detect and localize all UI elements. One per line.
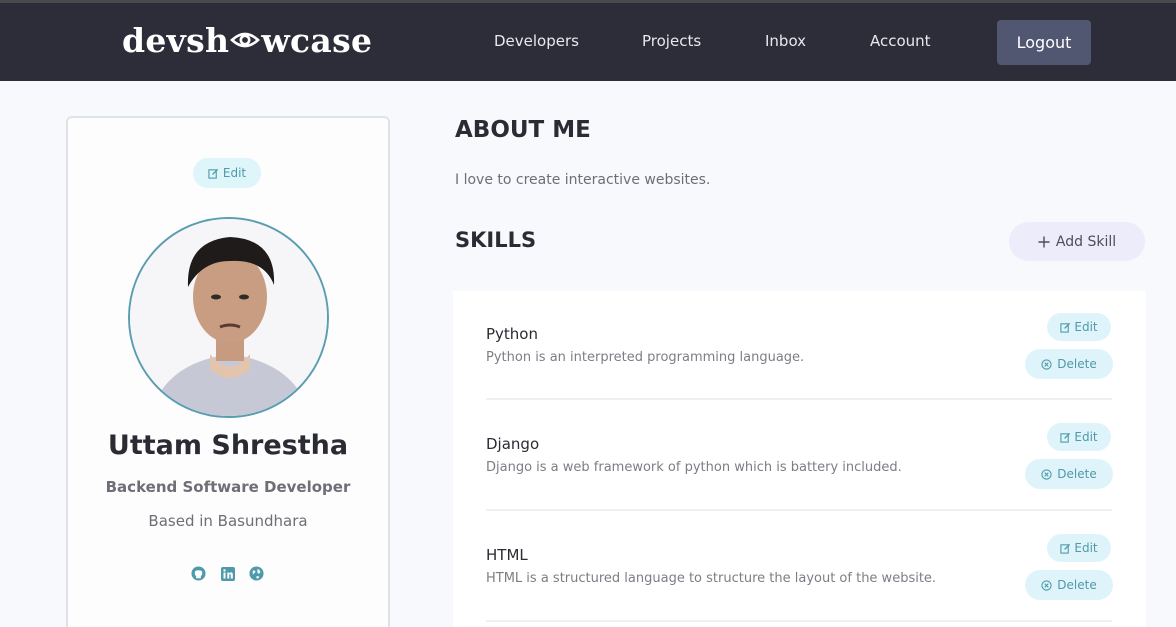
logo[interactable]: devsh wcase: [122, 20, 372, 60]
close-circle-icon: [1041, 358, 1052, 370]
nav-link-inbox[interactable]: Inbox: [765, 32, 806, 50]
edit-icon: [1060, 432, 1071, 443]
skill-title: Django: [486, 435, 540, 453]
skill-edit-label: Edit: [1074, 430, 1098, 444]
profile-edit-button[interactable]: Edit: [193, 158, 261, 188]
skill-edit-button[interactable]: Edit: [1047, 313, 1111, 341]
social-links: [191, 566, 264, 581]
plus-icon: [1038, 236, 1050, 247]
logo-text-prefix: devsh: [122, 20, 230, 60]
skills-panel: Python Python is an interpreted programm…: [453, 291, 1146, 627]
profile-name: Uttam Shrestha: [107, 430, 349, 461]
close-circle-icon: [1041, 579, 1052, 591]
logo-text-suffix: wcase: [261, 20, 373, 60]
skill-edit-button[interactable]: Edit: [1047, 423, 1111, 451]
divider: [486, 509, 1112, 511]
profile-location: Based in Basundhara: [148, 512, 308, 530]
linkedin-icon[interactable]: [220, 566, 235, 581]
skill-delete-button[interactable]: Delete: [1025, 570, 1113, 600]
profile-role: Backend Software Developer: [105, 478, 351, 496]
divider: [486, 398, 1112, 400]
skill-delete-button[interactable]: Delete: [1025, 349, 1113, 379]
profile-edit-label: Edit: [222, 166, 247, 180]
skill-delete-button[interactable]: Delete: [1025, 459, 1113, 489]
edit-icon: [208, 168, 218, 179]
add-skill-label: Add Skill: [1055, 233, 1117, 250]
profile-card: Edit Uttam Shrestha Backend Software Dev…: [66, 116, 390, 627]
skill-description: Django is a web framework of python whic…: [486, 460, 902, 475]
skill-description: HTML is a structured language to structu…: [486, 571, 937, 586]
nav-link-account[interactable]: Account: [870, 32, 931, 50]
skill-delete-label: Delete: [1057, 357, 1097, 371]
nav-link-developers[interactable]: Developers: [494, 32, 579, 50]
nav-link-projects[interactable]: Projects: [642, 32, 701, 50]
globe-icon[interactable]: [249, 566, 264, 581]
logout-button[interactable]: Logout: [997, 20, 1091, 65]
skill-edit-label: Edit: [1074, 541, 1098, 555]
skill-edit-label: Edit: [1074, 320, 1098, 334]
edit-icon: [1060, 543, 1071, 554]
close-circle-icon: [1041, 468, 1052, 480]
about-heading: ABOUT ME: [455, 117, 591, 143]
divider: [486, 620, 1112, 622]
edit-icon: [1060, 322, 1071, 333]
skill-delete-label: Delete: [1057, 578, 1097, 592]
add-skill-button[interactable]: Add Skill: [1009, 222, 1145, 261]
github-icon[interactable]: [191, 566, 206, 581]
skill-edit-button[interactable]: Edit: [1047, 534, 1111, 562]
eye-icon: [230, 32, 261, 48]
navbar: devsh wcase Developers Projects Inbox Ac…: [0, 3, 1176, 81]
skills-heading: SKILLS: [455, 228, 537, 252]
about-text: I love to create interactive websites.: [455, 172, 711, 188]
skill-title: HTML: [486, 546, 528, 564]
skill-description: Python is an interpreted programming lan…: [486, 350, 805, 365]
skill-title: Python: [486, 325, 538, 343]
skill-delete-label: Delete: [1057, 467, 1097, 481]
avatar: [128, 217, 329, 418]
